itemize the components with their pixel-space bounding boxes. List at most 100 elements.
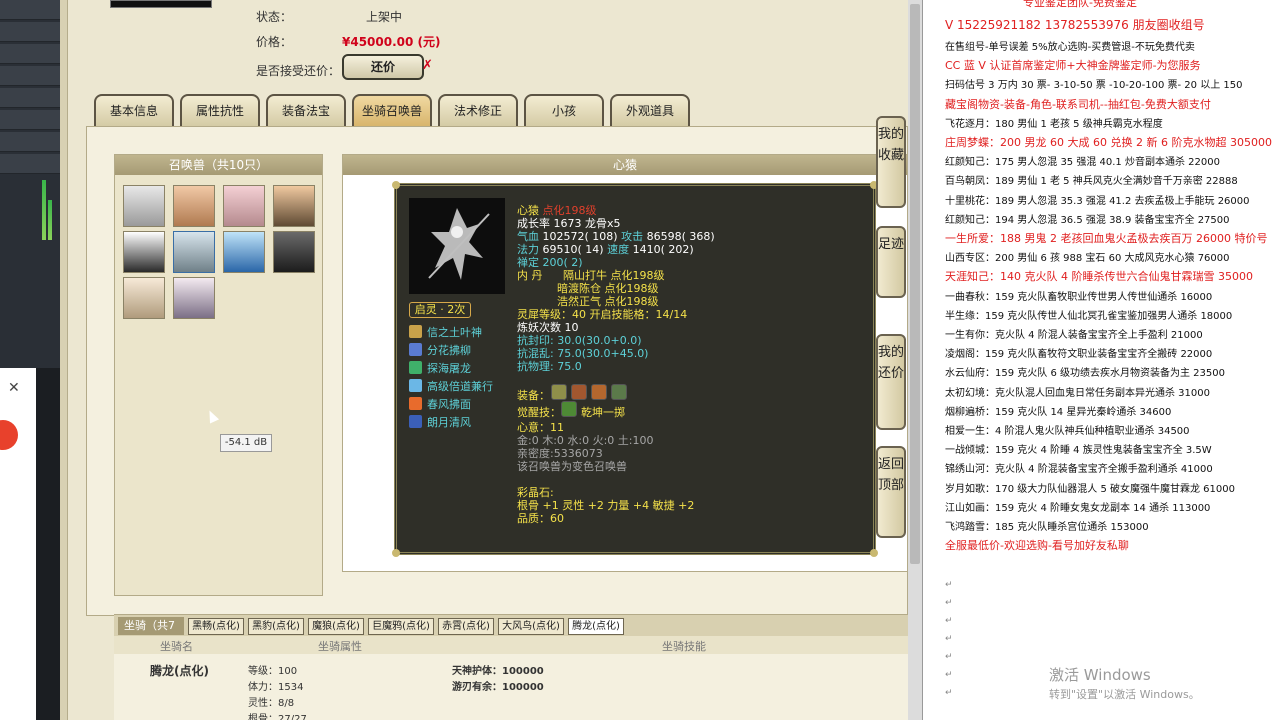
pet-thumbnail[interactable] [223, 231, 265, 273]
equipment-label: 装备： [517, 389, 550, 402]
daw-track-lane[interactable] [0, 154, 60, 174]
skill-icon [409, 361, 422, 374]
doc-listing-line: 一战倾城：159 克火 4 阶睡 4 族灵性鬼装备宝宝齐全 3.5W [945, 445, 1212, 457]
daw-track-lane[interactable] [0, 44, 60, 64]
tab-spell-correction[interactable]: 法术修正 [438, 94, 518, 126]
summon-portrait [409, 198, 505, 294]
doc-listing-line: 相爱一生：4 阶混人鬼火队神兵仙种植职业通杀 34500 [945, 426, 1190, 437]
tab-attributes[interactable]: 属性抗性 [180, 94, 260, 126]
footprints-button[interactable]: 足迹 [876, 226, 906, 298]
status-label: 状态： [256, 10, 293, 24]
mount-spirit: 灵性：8/8 [248, 698, 295, 709]
my-favorites-button[interactable]: 我的收藏 [876, 116, 906, 208]
mount-stamina: 体力：1534 [248, 682, 304, 693]
equipment-icon[interactable] [571, 384, 587, 400]
pet-thumbnail[interactable] [223, 185, 265, 227]
paragraph-mark: ↵ [945, 652, 953, 662]
pet-thumbnail[interactable] [123, 185, 165, 227]
mount-tab[interactable]: 黑畅(点化) [188, 618, 244, 635]
variant-note: 该召唤兽为变色召唤兽 [517, 460, 627, 473]
equipment-icon[interactable] [591, 384, 607, 400]
daw-track-lane[interactable] [0, 66, 60, 86]
scrollbar-thumb[interactable] [910, 4, 920, 564]
doc-listing-line: 岁月如歌：170 级大力队仙器混人 5 破女魔强牛魔甘霖龙 61000 [945, 483, 1235, 495]
daw-track-lane[interactable] [0, 22, 60, 42]
daw-track-lane[interactable] [0, 132, 60, 152]
awakening-skill-label: 觉醒技： [517, 406, 561, 419]
level-meter [42, 180, 46, 240]
pet-thumbnail[interactable] [123, 277, 165, 319]
skill-name: 信之土叶神 [427, 326, 482, 339]
doc-listing-line: 红颜知己：194 男人忽混 36.5 强混 38.9 装备宝宝齐全 27500 [945, 214, 1230, 226]
pet-thumbnail[interactable] [173, 277, 215, 319]
mount-skill-1: 天神护体：100000 [452, 666, 544, 677]
price-row: 价格： ¥45000.00 (元) [256, 33, 441, 50]
doc-listing-line: 扫码估号 3 万内 30 票- 3-10-50 票 -10-20-100 票- … [945, 80, 1243, 92]
tab-appearance[interactable]: 外观道具 [610, 94, 690, 126]
skill-icon [409, 325, 422, 338]
mount-level: 等级：100 [248, 666, 298, 677]
equipment-icon[interactable] [551, 384, 567, 400]
tab-basic-info[interactable]: 基本信息 [94, 94, 174, 126]
skill-name: 分花拂柳 [427, 344, 471, 357]
summon-list-panel: 召唤兽（共10只） [114, 154, 323, 596]
col-mount-skill: 坐骑技能 [662, 640, 706, 653]
daw-track-lane[interactable] [0, 110, 60, 130]
doc-listing-line: 红颜知己：175 男人忽混 35 强混 40.1 炒音副本通杀 22000 [945, 157, 1220, 169]
skill-icon [409, 379, 422, 392]
mount-tab[interactable]: 黑豹(点化) [248, 618, 304, 635]
mount-tab[interactable]: 赤霄(点化) [438, 618, 494, 635]
mount-tab[interactable]: 魔狼(点化) [308, 618, 364, 635]
corner-ornament [392, 549, 400, 557]
pet-thumbnail[interactable] [273, 185, 315, 227]
mount-tab-active[interactable]: 腾龙(点化) [568, 618, 624, 635]
tab-children[interactable]: 小孩 [524, 94, 604, 126]
corner-ornament [392, 181, 400, 189]
mount-skill-2: 游刃有余：100000 [452, 682, 544, 693]
status-value: 上架中 [366, 10, 403, 24]
back-to-top-button[interactable]: 返回顶部 [876, 446, 906, 538]
doc-listing-line: 百鸟朝凤：189 男仙 1 老 5 神兵风克火全满妙音千万亲密 22888 [945, 176, 1238, 188]
doc-listing-line: 藏宝阁物资-装备-角色-联系司机--抽红包-免费大额支付 [945, 97, 1211, 111]
close-icon[interactable]: ✕ [8, 380, 20, 396]
document-panel: 专业鉴定团队-免费鉴定 V 15225921182 13782553976 朋友… [922, 0, 1280, 720]
pet-thumbnail[interactable] [123, 231, 165, 273]
pet-thumbnail[interactable] [173, 185, 215, 227]
col-mount-name: 坐骑名 [160, 640, 193, 653]
doc-listing-line: 在售组号-单号误差 5%放心选购-买费管退-不玩免费代卖 [945, 42, 1195, 53]
mount-tab[interactable]: 大风鸟(点化) [498, 618, 564, 635]
paragraph-mark: ↵ [945, 616, 953, 626]
character-thumbnail [110, 0, 212, 8]
paragraph-mark: ↵ [945, 688, 953, 698]
skill-name: 探海屠龙 [427, 362, 471, 375]
skill-name: 朗月清风 [427, 416, 471, 429]
my-bargains-button[interactable]: 我的还价 [876, 334, 906, 430]
crystal-quality: 品质：60 [517, 512, 564, 525]
doc-listing-line: 锦绣山河：克火队 4 阶混装备宝宝齐全搬手盈利通杀 41000 [945, 464, 1213, 476]
page-edge [60, 0, 68, 720]
tab-equipment[interactable]: 装备法宝 [266, 94, 346, 126]
mount-table-header: 坐骑名 坐骑属性 坐骑技能 [114, 636, 908, 654]
mount-bone: 根骨：27/27 [248, 714, 307, 720]
resist-physical: 抗物理: 75.0 [517, 360, 582, 373]
doc-listing-line: 烟柳遍桥：159 克火队 14 星异光秦岭通杀 34600 [945, 406, 1172, 418]
daw-track-lane[interactable] [0, 0, 60, 20]
bargain-button[interactable]: 还价 [342, 54, 424, 80]
daw-track-lane[interactable] [0, 88, 60, 108]
tab-mounts-summons[interactable]: 坐骑召唤兽 [352, 94, 432, 126]
bargain-label: 是否接受还价： [256, 64, 341, 78]
page-scrollbar[interactable] [908, 0, 922, 720]
equipment-icon[interactable] [611, 384, 627, 400]
pet-thumbnail-selected[interactable] [173, 231, 215, 273]
inner-core-label: 内 丹 [517, 269, 543, 282]
volume-tooltip: -54.1 dB [220, 434, 272, 452]
doc-listing-line: 飞花逐月：180 男仙 1 老孩 5 级神兵霸克水程度 [945, 118, 1163, 130]
mount-tab[interactable]: 巨魔鸦(点化) [368, 618, 434, 635]
paragraph-mark: ↵ [945, 580, 953, 590]
corner-ornament [870, 549, 878, 557]
level-meter [48, 200, 52, 240]
pet-thumbnail[interactable] [273, 231, 315, 273]
doc-contact-line: V 15225921182 13782553976 朋友圈收组号 [945, 18, 1205, 32]
activation-watermark-title: 激活 Windows [1049, 666, 1151, 684]
awakening-skill-icon [561, 401, 577, 417]
